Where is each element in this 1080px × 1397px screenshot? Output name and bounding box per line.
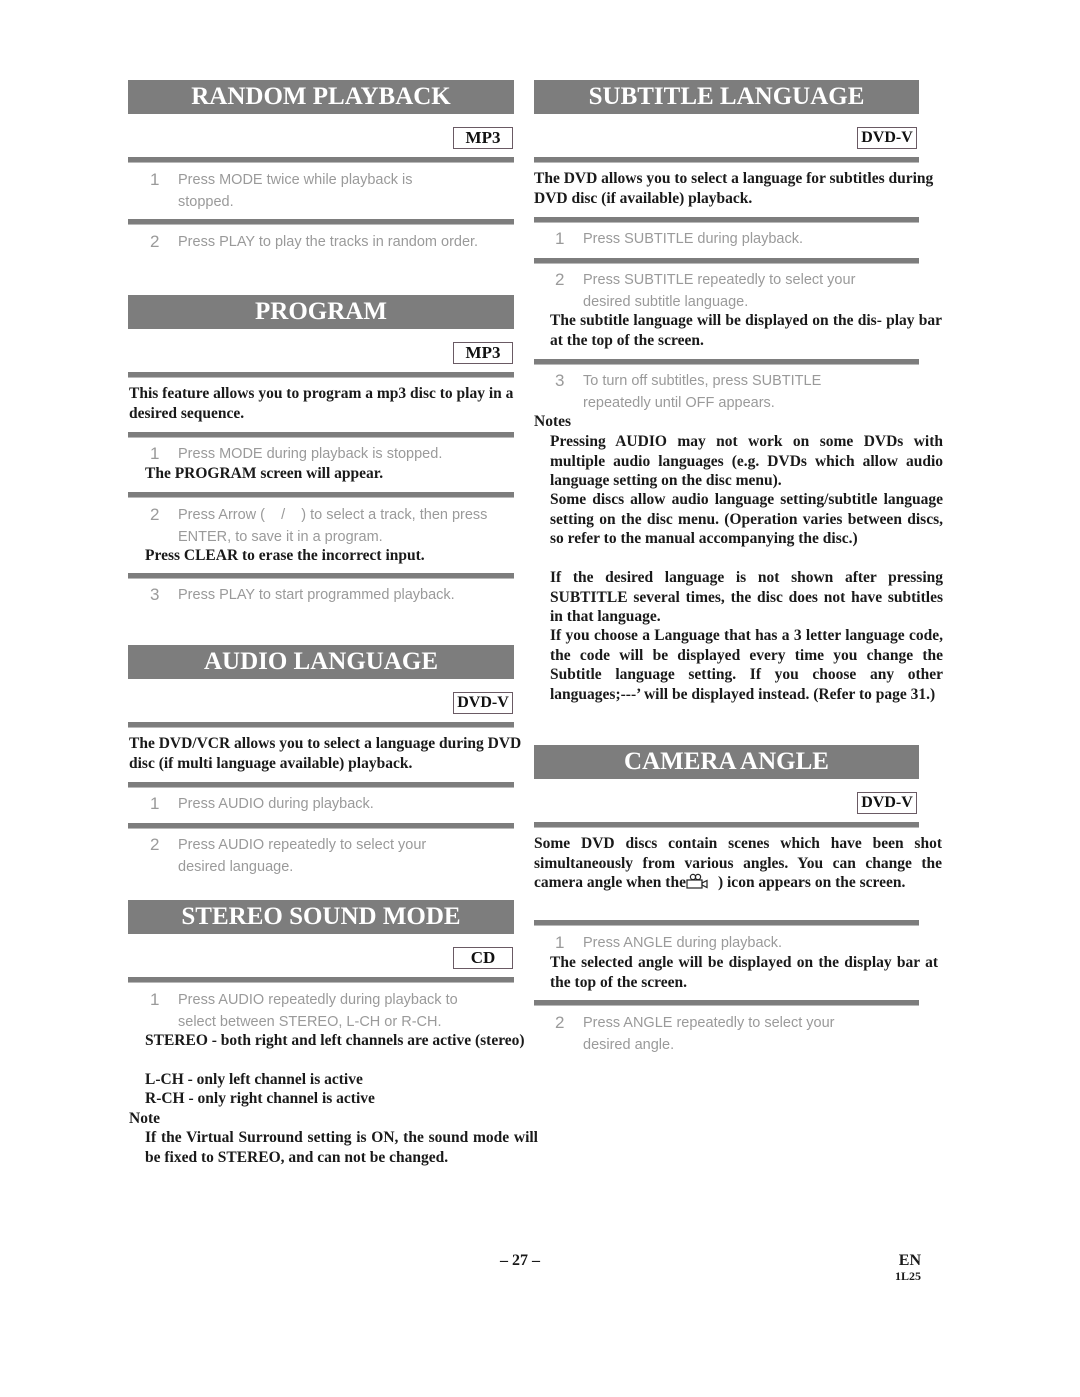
step-1: 1 Press MODE twice while playback is sto…: [150, 170, 500, 214]
step-1: 1 Press ANGLE during playback.: [555, 933, 905, 955]
step-text: Press MODE twice while playback is stopp…: [178, 172, 413, 210]
note-4: If you choose a Language that has a 3 le…: [550, 627, 943, 703]
step-text: Press PLAY to play the tracks in random …: [178, 234, 479, 250]
notes-label: Notes: [534, 413, 572, 430]
language-code: EN: [898, 1252, 921, 1269]
page-number: – 27 –: [500, 1252, 540, 1269]
step-note: The subtitle language will be displayed …: [550, 312, 942, 349]
divider: [128, 573, 514, 579]
step-number: 3: [150, 585, 160, 604]
divider: [128, 782, 514, 788]
mode-stereo: STEREO - both right and left channels ar…: [145, 1032, 525, 1049]
note-label: Note: [129, 1110, 160, 1127]
step-1: 1 Press AUDIO during playback.: [150, 794, 500, 816]
divider: [128, 977, 514, 983]
format-badge: MP3: [453, 342, 513, 364]
divider: [534, 822, 919, 828]
step-1: 1 Press AUDIO repeatedly during playback…: [150, 990, 500, 1034]
step-number: 2: [150, 835, 160, 854]
step-2: 2 Press ANGLE repeatedly to select your …: [555, 1013, 905, 1057]
step-3: 3 Press PLAY to start programmed playbac…: [150, 585, 500, 607]
note-2: Some discs allow audio language setting/…: [550, 491, 943, 547]
camera-angle-icon: [686, 873, 708, 889]
divider: [128, 372, 514, 378]
step-note: The PROGRAM screen will appear.: [145, 465, 384, 482]
divider: [128, 219, 514, 225]
step-number: 2: [555, 270, 565, 289]
section-title: PROGRAM: [128, 295, 514, 329]
step-number: 2: [150, 505, 160, 524]
section-intro: Some DVD discs contain scenes which have…: [534, 834, 942, 893]
divider: [534, 920, 919, 926]
section-title: AUDIO LANGUAGE: [128, 645, 514, 679]
format-badge: DVD-V: [453, 692, 513, 714]
divider: [534, 217, 919, 223]
step-2: 2 Press AUDIO repeatedly to select your …: [150, 835, 500, 879]
mode-lch: L-CH - only left channel is active: [145, 1071, 363, 1088]
step-note: The selected angle will be displayed on …: [550, 954, 938, 991]
section-intro: The DVD/VCR allows you to select a langu…: [129, 735, 522, 772]
step-text: Press AUDIO repeatedly during playback t…: [178, 992, 458, 1030]
step-number: 1: [150, 444, 160, 463]
step-2: 2 Press Arrow ( / ) to select a track, t…: [150, 505, 500, 549]
section-intro: This feature allows you to program a mp3…: [129, 385, 514, 422]
divider: [128, 823, 514, 829]
step-number: 1: [150, 794, 160, 813]
step-text: Press PLAY to start programmed playback.: [178, 587, 455, 603]
step-3: 3 To turn off subtitles, press SUBTITLE …: [555, 371, 905, 415]
divider: [534, 1000, 919, 1006]
step-2: 2 Press SUBTITLE repeatedly to select yo…: [555, 270, 905, 314]
divider: [128, 157, 514, 163]
divider: [128, 432, 514, 438]
divider: [534, 157, 919, 163]
step-note: Press CLEAR to erase the incorrect input…: [145, 547, 425, 564]
note-text: If the Virtual Surround setting is ON, t…: [145, 1129, 538, 1166]
step-1: 1 Press MODE during playback is stopped.: [150, 444, 500, 466]
section-title: STEREO SOUND MODE: [128, 900, 514, 934]
divider: [534, 359, 919, 365]
note-3: If the desired language is not shown aft…: [550, 569, 943, 625]
step-text: Press Arrow ( / ) to select a track, the…: [178, 507, 492, 545]
step-text: Press MODE during playback is stopped.: [178, 446, 443, 462]
step-text: Press SUBTITLE repeatedly to select your…: [583, 272, 856, 310]
step-2: 2 Press PLAY to play the tracks in rando…: [150, 232, 500, 276]
format-badge: CD: [453, 947, 513, 969]
section-title: RANDOM PLAYBACK: [128, 80, 514, 114]
step-text: Press ANGLE during playback.: [583, 935, 783, 951]
format-badge: DVD-V: [857, 792, 917, 814]
intro-text-after: ) icon appears on the screen.: [717, 874, 906, 891]
step-text: Press SUBTITLE during playback.: [583, 231, 804, 247]
section-title: CAMERA ANGLE: [534, 745, 919, 779]
divider: [128, 722, 514, 728]
step-1: 1 Press SUBTITLE during playback.: [555, 229, 905, 251]
note-1: Pressing AUDIO may not work on some DVDs…: [550, 433, 943, 489]
format-badge: DVD-V: [857, 127, 917, 149]
format-badge: MP3: [453, 127, 513, 149]
step-text: Press AUDIO during playback.: [178, 796, 374, 812]
step-number: 2: [150, 232, 160, 251]
step-number: 1: [555, 933, 565, 952]
step-text: Press AUDIO repeatedly to select your de…: [178, 837, 427, 875]
divider: [534, 258, 919, 264]
step-number: 1: [150, 990, 160, 1009]
step-number: 1: [555, 229, 565, 248]
mode-rch: R-CH - only right channel is active: [145, 1090, 375, 1107]
model-code: 1L25: [894, 1269, 921, 1283]
step-number: 3: [555, 371, 565, 390]
step-number: 1: [150, 170, 160, 189]
step-text: Press ANGLE repeatedly to select your de…: [583, 1015, 835, 1053]
step-text: To turn off subtitles, press SUBTITLE re…: [583, 373, 822, 411]
section-title: SUBTITLE LANGUAGE: [534, 80, 919, 114]
step-number: 2: [555, 1013, 565, 1032]
divider: [128, 492, 514, 498]
section-intro: The DVD allows you to select a language …: [534, 170, 934, 207]
